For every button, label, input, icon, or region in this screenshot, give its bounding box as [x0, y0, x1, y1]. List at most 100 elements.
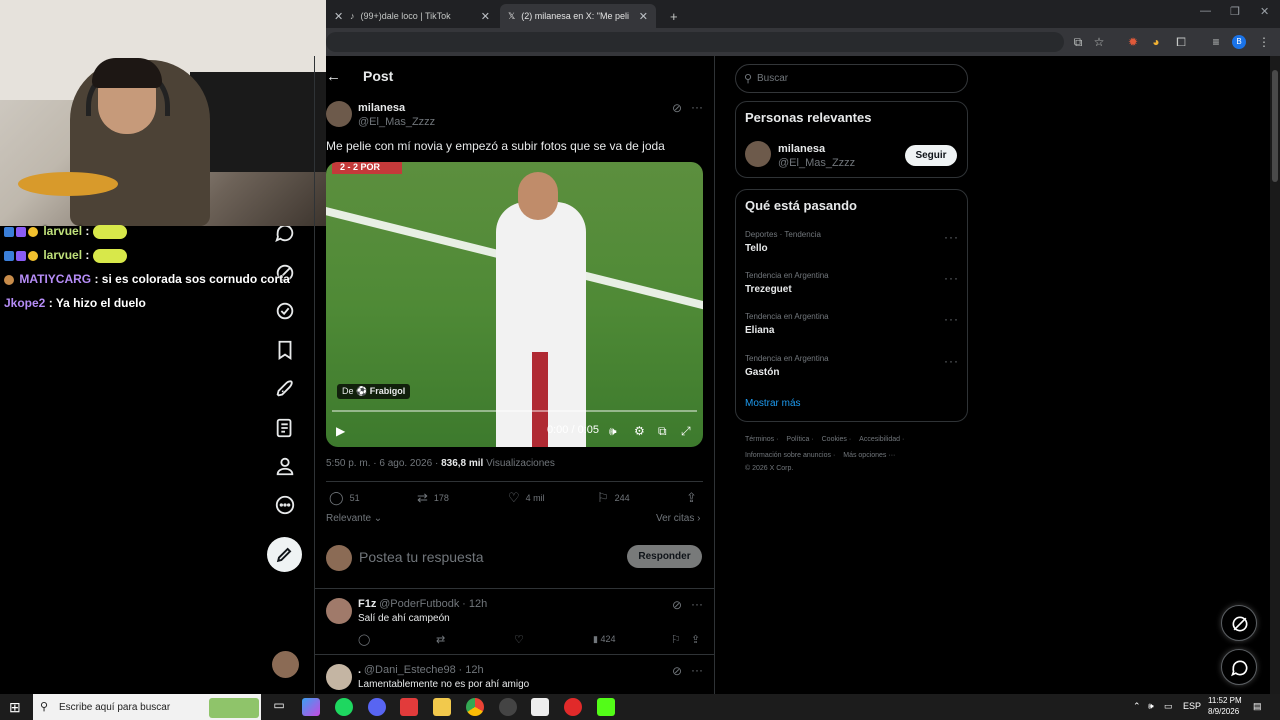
more-icon[interactable]: ··· — [691, 100, 703, 114]
reply-avatar[interactable] — [326, 664, 352, 690]
fullscreen-icon[interactable]: ⤢ — [681, 424, 691, 439]
settings-icon[interactable]: ⚙ — [634, 424, 645, 438]
more-icon[interactable]: ··· — [944, 271, 959, 285]
extension-icon[interactable]: ✹ — [1125, 33, 1141, 51]
bookmark-nav-icon[interactable] — [274, 339, 296, 361]
author-avatar[interactable] — [326, 101, 352, 127]
reply-input[interactable]: Postea tu respuesta — [359, 549, 484, 565]
sort-dropdown[interactable]: Relevante ⌄ — [326, 513, 382, 524]
video-progress-bar[interactable] — [332, 410, 697, 412]
restore-icon[interactable]: ❐ — [1230, 5, 1240, 18]
reply-button[interactable]: Responder — [627, 545, 702, 568]
share-action[interactable]: ⇪ — [686, 490, 697, 506]
more-icon[interactable]: ··· — [944, 312, 959, 326]
minimize-icon[interactable]: — — [1200, 5, 1211, 17]
bookmark-icon[interactable]: ⚐ — [671, 633, 681, 646]
file-explorer-icon[interactable] — [433, 698, 451, 716]
more-icon[interactable]: ··· — [691, 597, 703, 611]
more-nav-icon[interactable] — [274, 494, 296, 516]
notifications-icon[interactable]: ▤ — [1253, 701, 1262, 712]
menu-icon[interactable]: ⋮ — [1256, 33, 1272, 51]
relevant-name[interactable]: milanesa — [778, 143, 825, 155]
lists-nav-icon[interactable] — [274, 417, 296, 439]
close-window-icon[interactable]: ✕ — [1260, 5, 1269, 18]
copilot-icon[interactable] — [302, 698, 320, 716]
close-icon[interactable]: ✕ — [481, 10, 490, 23]
relevant-avatar[interactable] — [745, 141, 771, 167]
verified-nav-icon[interactable] — [274, 300, 296, 322]
views-action[interactable]: ▮ 424 — [593, 634, 615, 645]
search-input[interactable]: Buscar — [757, 73, 788, 84]
spotify-icon[interactable] — [335, 698, 353, 716]
play-icon[interactable]: ▶ — [336, 424, 345, 438]
star-icon[interactable]: ☆ — [1091, 33, 1107, 51]
bookmark-action[interactable]: ⚐ 244 — [597, 490, 630, 506]
tab-previous-close[interactable]: ✕ — [326, 4, 342, 28]
chrome-icon[interactable] — [466, 698, 484, 716]
video-player[interactable]: 2 - 2 POR De ⚽ Frabigol ▶ 0:00 / 0:05 🕪 … — [326, 162, 703, 447]
opera-icon[interactable] — [564, 698, 582, 716]
grok-icon[interactable]: ⊘ — [672, 101, 682, 115]
rocket-nav-icon[interactable] — [274, 378, 296, 400]
new-tab-button[interactable]: + — [662, 4, 680, 28]
tab-x-post[interactable]: 𝕏 (2) milanesa en X: "Me pelie co ✕ — [500, 4, 656, 28]
video-source[interactable]: De ⚽ Frabigol — [337, 384, 411, 399]
app-icon[interactable] — [531, 698, 549, 716]
taskbar-search-input[interactable]: Escribe aquí para buscar — [59, 702, 170, 713]
profile-nav-icon[interactable] — [274, 455, 296, 477]
account-avatar[interactable] — [272, 651, 299, 678]
pip-icon[interactable]: ⧉ — [658, 424, 667, 439]
address-bar[interactable] — [326, 32, 1064, 52]
trend-item[interactable]: Tello — [745, 243, 768, 254]
profile-avatar[interactable]: B — [1232, 35, 1246, 49]
task-view-icon[interactable]: ▭ — [270, 698, 288, 716]
show-more-link[interactable]: Mostrar más — [745, 398, 801, 409]
network-icon[interactable]: ▭ — [1164, 701, 1173, 712]
relevant-handle[interactable]: @El_Mas_Zzzz — [778, 157, 855, 169]
trend-item[interactable]: Trezeguet — [745, 284, 792, 295]
back-arrow-icon[interactable]: ← — [326, 68, 341, 85]
more-icon[interactable]: ··· — [944, 230, 959, 244]
extension-icon[interactable]: ◕ — [1148, 33, 1164, 51]
repost-icon[interactable]: ⇄ — [436, 633, 445, 646]
grok-icon[interactable]: ⊘ — [672, 598, 682, 612]
compose-button[interactable] — [267, 537, 302, 572]
clock-time[interactable]: 11:52 PM — [1208, 696, 1242, 705]
chevron-up-icon[interactable]: ⌃ — [1133, 701, 1141, 712]
author-handle[interactable]: @El_Mas_Zzzz — [358, 116, 435, 128]
windows-icon[interactable]: ⊞ — [9, 699, 21, 716]
share-icon[interactable]: ⇪ — [691, 633, 700, 646]
clock-date[interactable]: 8/9/2026 — [1208, 707, 1239, 716]
install-icon[interactable]: ⧉ — [1070, 33, 1086, 51]
tab-tiktok[interactable]: ♪ (99+)dale loco | TikTok ✕ — [342, 4, 498, 28]
puzzle-icon[interactable]: ⧠ — [1173, 33, 1189, 51]
messages-fab[interactable] — [1221, 649, 1257, 685]
reply-icon[interactable]: ◯ — [358, 633, 370, 646]
author-name[interactable]: milanesa — [358, 102, 405, 114]
app-icon[interactable] — [400, 698, 418, 716]
close-icon[interactable]: ✕ — [639, 10, 648, 23]
search-bar[interactable]: ⚲ Buscar — [735, 64, 968, 93]
volume-icon[interactable]: 🕪 — [1148, 701, 1154, 712]
scrollbar[interactable] — [1270, 56, 1280, 694]
app-icon[interactable] — [499, 698, 517, 716]
reply-action[interactable]: ◯ 51 — [329, 490, 360, 506]
trend-item[interactable]: Gastón — [745, 367, 779, 378]
reply-avatar[interactable] — [326, 598, 352, 624]
taskbar-search[interactable]: ⚲ Escribe aquí para buscar — [33, 694, 261, 720]
volume-icon[interactable]: 🕪 — [609, 424, 617, 439]
post-timestamp[interactable]: 5:50 p. m. · 6 ago. 2026 · — [326, 458, 441, 469]
grok-icon[interactable]: ⊘ — [672, 664, 682, 678]
repost-action[interactable]: ⇄ 178 — [417, 490, 449, 506]
like-icon[interactable]: ♡ — [514, 633, 524, 646]
more-icon[interactable]: ··· — [944, 354, 959, 368]
more-icon[interactable]: ··· — [691, 663, 703, 677]
language-indicator[interactable]: ESP — [1183, 701, 1201, 711]
kick-icon[interactable] — [597, 698, 615, 716]
like-action[interactable]: ♡ 4 mil — [508, 490, 545, 506]
trend-item[interactable]: Eliana — [745, 325, 774, 336]
discord-icon[interactable] — [368, 698, 386, 716]
follow-button[interactable]: Seguir — [905, 145, 957, 166]
quotes-link[interactable]: Ver citas › — [656, 513, 700, 524]
media-icon[interactable]: ≡ — [1208, 33, 1224, 51]
